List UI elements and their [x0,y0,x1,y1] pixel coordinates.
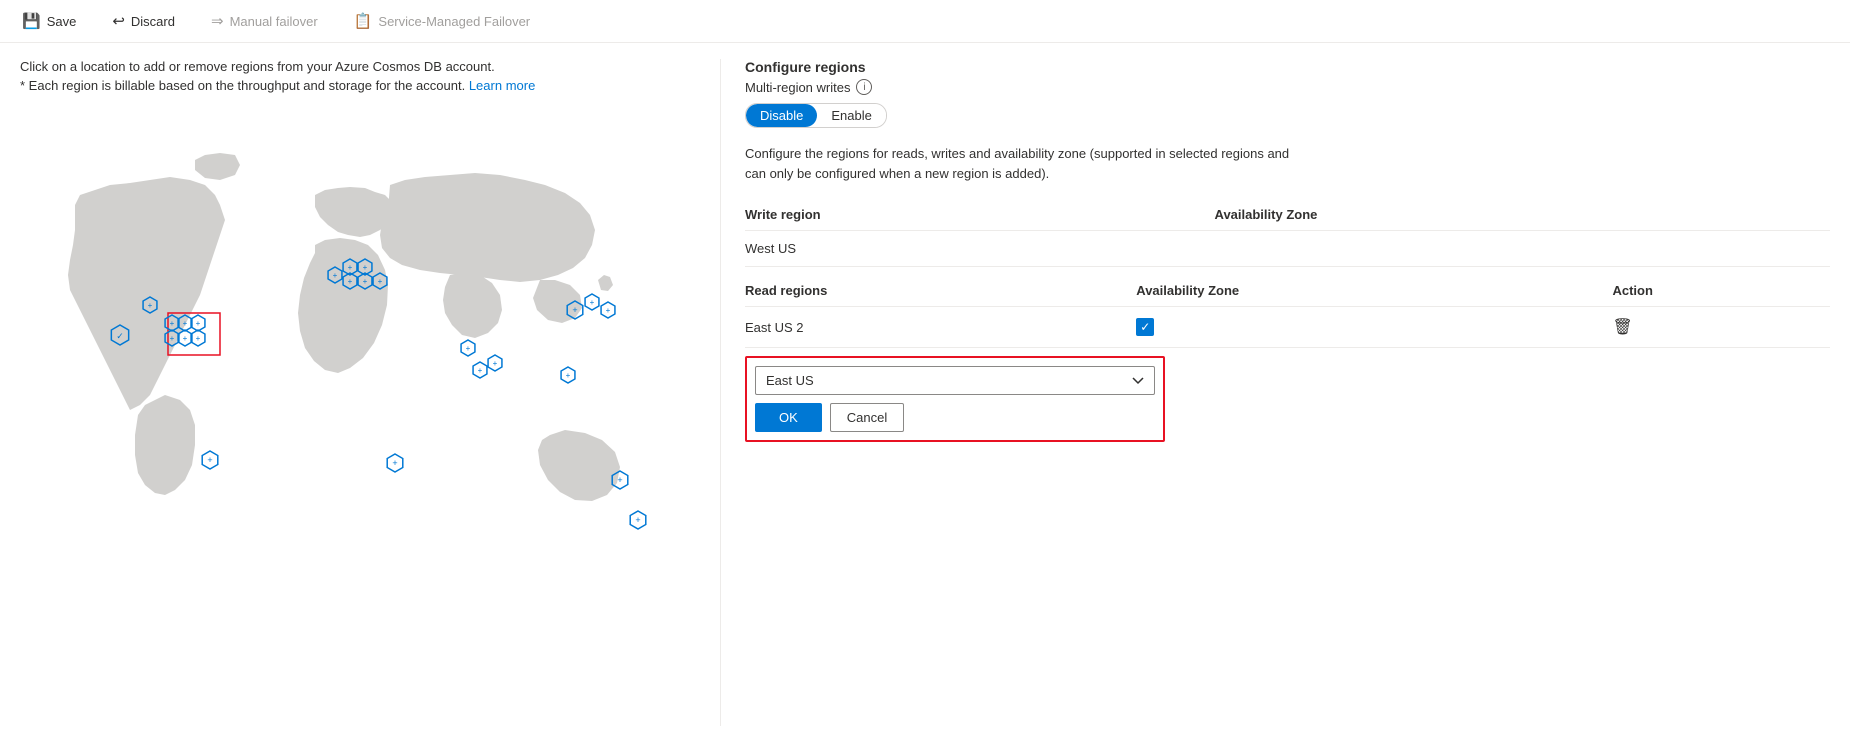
india-marker-2[interactable]: + [488,355,502,371]
discard-icon: ↩ [112,12,125,30]
africa [298,238,388,373]
asia-north [380,173,595,282]
svg-text:+: + [348,277,353,286]
korea-marker[interactable]: + [601,302,615,318]
svg-text:+: + [590,298,595,307]
east-us-marker-6[interactable]: + [191,330,205,346]
availability-zone-header-read: Availability Zone [1136,275,1612,307]
availability-zone-header-write: Availability Zone [1215,199,1830,231]
configure-regions-title: Configure regions [745,59,1830,75]
north-america [68,177,225,410]
svg-text:+: + [207,455,212,465]
svg-text:+: + [348,263,353,272]
read-region-az: ✓ [1136,307,1612,348]
svg-text:+: + [363,277,368,286]
disable-toggle[interactable]: Disable [746,104,817,127]
action-header: Action [1612,275,1830,307]
write-region-row: West US [745,231,1830,267]
svg-text:+: + [170,319,175,328]
save-button[interactable]: 💾 Save [16,8,82,34]
config-description: Configure the regions for reads, writes … [745,144,1305,183]
uae-marker[interactable]: + [461,340,475,356]
read-regions-table: Read regions Availability Zone Action Ea… [745,275,1830,348]
right-panel: Configure regions Multi-region writes i … [720,59,1830,726]
service-failover-icon: 📋 [354,12,373,30]
svg-text:+: + [183,319,188,328]
svg-text:+: + [606,306,611,315]
cancel-button[interactable]: Cancel [830,403,904,432]
add-region-dropdown-row: East USEast US 2West USWest US 2North Eu… [745,356,1165,442]
svg-text:+: + [566,371,571,380]
write-region-header: Write region [745,199,1215,231]
world-map-svg: ✓ + + + + [20,105,680,565]
brazil-marker[interactable]: + [202,451,218,469]
multi-region-subtitle: Multi-region writes i [745,79,1830,95]
svg-text:+: + [363,263,368,272]
write-region-value: West US [745,231,1215,267]
delete-region-icon[interactable]: 🗑 [1612,319,1632,336]
australia [538,430,620,501]
dropdown-actions: OK Cancel [755,403,1155,432]
region-select[interactable]: East USEast US 2West USWest US 2North Eu… [755,366,1155,395]
map-container: ✓ + + + + [20,105,680,585]
save-icon: 💾 [22,12,41,30]
enable-toggle[interactable]: Enable [817,104,885,127]
read-region-row: East US 2 ✓ 🗑 [745,307,1830,348]
east-us-marker-3[interactable]: + [191,315,205,331]
south-asia [443,273,502,338]
manual-failover-button[interactable]: ⇒ Manual failover [205,8,324,34]
svg-text:+: + [196,334,201,343]
svg-text:+: + [617,475,622,485]
japan-marker[interactable]: + [585,294,599,310]
svg-text:+: + [466,344,471,353]
ok-button[interactable]: OK [755,403,822,432]
az-checkbox[interactable]: ✓ [1136,318,1154,336]
write-region-az [1215,231,1830,267]
read-regions-header: Read regions [745,275,1136,307]
svg-text:✓: ✓ [116,331,124,341]
read-region-action: 🗑 [1612,307,1830,348]
svg-text:+: + [392,458,397,468]
australia-se-marker[interactable]: + [630,511,646,529]
southeast-asia-marker[interactable]: + [561,367,575,383]
japan [598,275,613,291]
india-marker-1[interactable]: + [473,362,487,378]
info-text: Click on a location to add or remove reg… [20,59,696,74]
main-layout: Click on a location to add or remove reg… [0,43,1850,742]
regions-table: Write region Availability Zone West US [745,199,1830,267]
svg-text:+: + [378,277,383,286]
discard-button[interactable]: ↩ Discard [106,8,181,34]
multi-region-toggle: Disable Enable [745,103,887,128]
svg-text:+: + [635,515,640,525]
svg-text:+: + [478,366,483,375]
greenland [195,153,240,180]
svg-text:+: + [572,305,577,315]
service-managed-failover-button[interactable]: 📋 Service-Managed Failover [348,8,536,34]
south-africa-marker[interactable]: + [387,454,403,472]
south-america [135,395,195,495]
failover-icon: ⇒ [211,12,224,30]
svg-text:+: + [148,301,153,310]
svg-text:+: + [333,271,338,280]
info-icon[interactable]: i [856,79,872,95]
left-panel: Click on a location to add or remove reg… [20,59,720,726]
svg-text:+: + [170,334,175,343]
east-us-marker-5[interactable]: + [178,330,192,346]
learn-more-link[interactable]: Learn more [469,78,535,93]
toolbar: 💾 Save ↩ Discard ⇒ Manual failover 📋 Ser… [0,0,1850,43]
svg-text:+: + [493,359,498,368]
read-region-name: East US 2 [745,307,1136,348]
svg-text:+: + [183,334,188,343]
info-note: * Each region is billable based on the t… [20,78,696,93]
svg-text:+: + [196,319,201,328]
